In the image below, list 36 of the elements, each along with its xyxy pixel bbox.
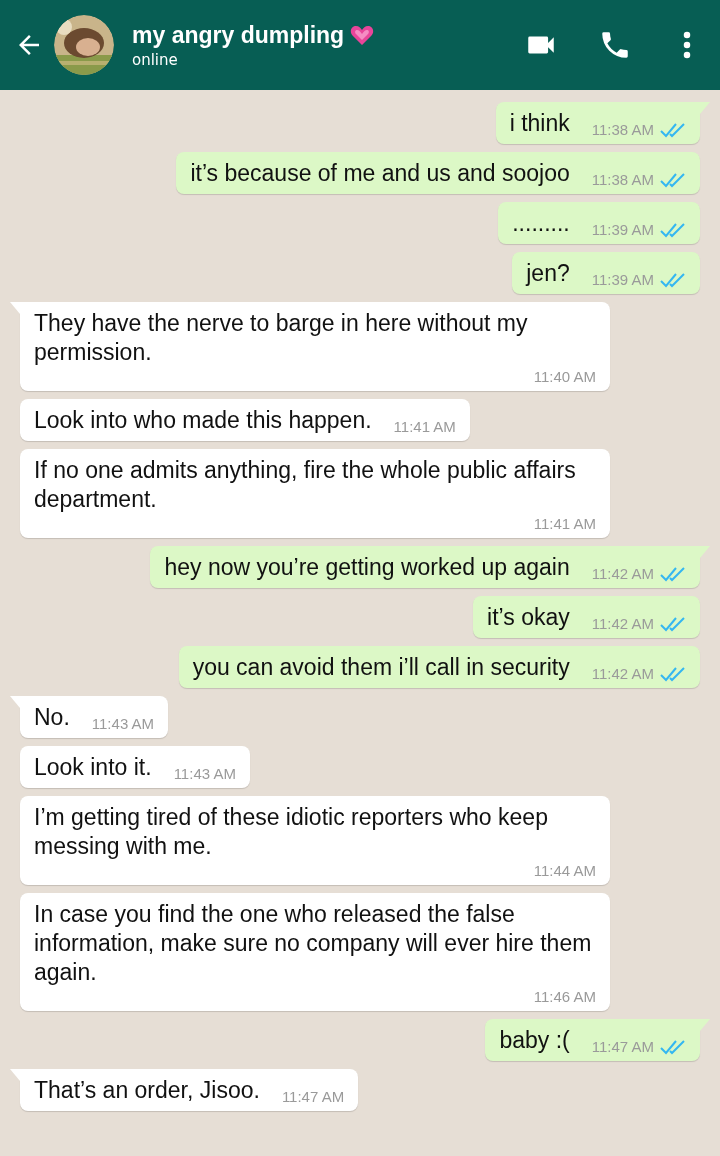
- message-text: Look into who made this happen.: [34, 406, 372, 435]
- online-status: online: [132, 50, 179, 69]
- message-text: In case you find the one who released the false information, make sure no company will ever hire them again.: [34, 900, 593, 987]
- message-time: 11:43 AM: [173, 764, 236, 784]
- message-time: 11:42 AM: [591, 614, 654, 634]
- message-time: 11:41 AM: [533, 514, 596, 534]
- message-text: it’s because of me and us and soojoo: [190, 159, 570, 188]
- message-time: 11:42 AM: [591, 664, 654, 684]
- heart-icon: [350, 24, 375, 46]
- message-text: No.: [34, 703, 70, 732]
- message-time: 11:44 AM: [533, 861, 596, 881]
- message-text: If no one admits anything, fire the whole public affairs department.: [34, 456, 577, 514]
- more-options-icon[interactable]: [682, 30, 692, 60]
- message-text: i think: [509, 109, 570, 138]
- message-time: 11:39 AM: [591, 270, 654, 290]
- message-time: 11:38 AM: [591, 120, 654, 140]
- message-text: hey now you’re getting worked up again: [164, 553, 570, 582]
- message-time: 11:47 AM: [281, 1087, 345, 1107]
- message-time: 11:43 AM: [91, 714, 155, 734]
- contact-name[interactable]: my angry dumpling: [132, 21, 345, 49]
- message-time: 11:38 AM: [591, 170, 654, 190]
- message-text: it’s okay: [487, 603, 570, 632]
- message-time: 11:41 AM: [393, 417, 456, 437]
- message-time: 11:39 AM: [591, 220, 654, 240]
- message-time: 11:46 AM: [533, 987, 596, 1007]
- message-text: you can avoid them i’ll call in security: [192, 653, 570, 682]
- message-time: 11:40 AM: [533, 367, 596, 387]
- message-text: Look into it.: [34, 753, 152, 782]
- message-text: baby :(: [499, 1026, 570, 1055]
- message-text: That’s an order, Jisoo.: [34, 1076, 260, 1105]
- message-time: 11:42 AM: [591, 564, 654, 584]
- message-text: I’m getting tired of these idiotic reporters who keep messing with me.: [34, 803, 549, 861]
- message-text: .........: [512, 209, 570, 238]
- message-time: 11:47 AM: [591, 1037, 654, 1057]
- message-text: They have the nerve to barge in here without my permission.: [34, 309, 529, 367]
- message-text: jen?: [526, 259, 570, 288]
